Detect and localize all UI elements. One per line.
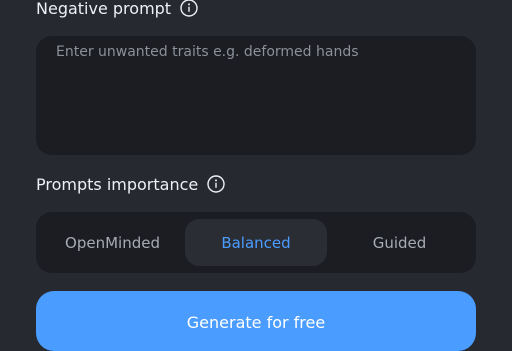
negative-prompt-header: Negative prompt (36, 0, 198, 19)
prompts-importance-segmented-control: OpenMinded Balanced Guided (36, 212, 476, 273)
negative-prompt-input[interactable] (36, 36, 476, 155)
generate-button[interactable]: Generate for free (36, 291, 476, 351)
segment-guided[interactable]: Guided (329, 219, 470, 266)
segment-openminded[interactable]: OpenMinded (42, 219, 183, 266)
negative-prompt-box (36, 36, 476, 155)
segment-balanced[interactable]: Balanced (185, 219, 327, 266)
info-icon[interactable] (207, 175, 225, 193)
prompts-importance-header: Prompts importance (36, 173, 225, 195)
negative-prompt-title: Negative prompt (36, 0, 172, 18)
prompts-importance-title: Prompts importance (36, 174, 199, 194)
info-icon[interactable] (180, 0, 198, 17)
